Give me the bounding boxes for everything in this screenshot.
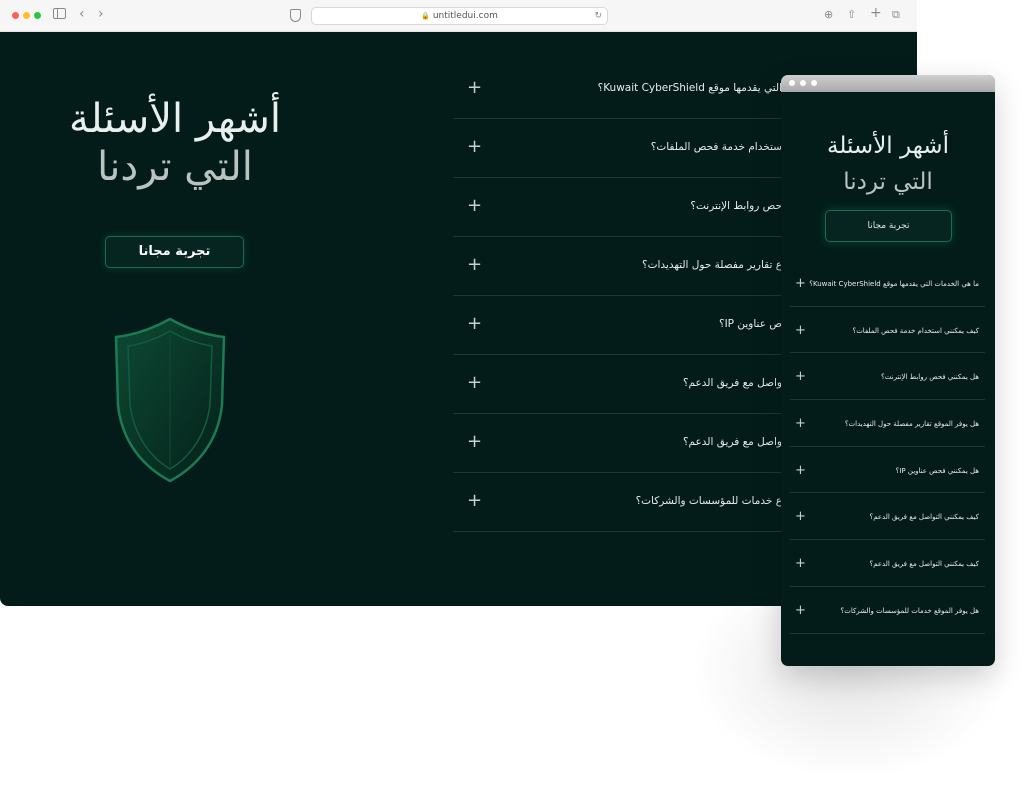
back-arrow-icon[interactable]: ‹ — [79, 7, 85, 21]
expand-plus-icon[interactable]: + — [795, 417, 806, 430]
faq-question: هل يمكنني فحص روابط الإنترنت؟ — [881, 373, 979, 382]
faq-question: واصل مع فريق الدعم؟ — [682, 377, 782, 389]
hero-title-line-1: أشهر الأسئلة — [68, 96, 282, 142]
desktop-browser-window: ‹ › 🔒 untitledui.com ↻ ⊕ ⇧ + ⧉ أشهر الأسئ… — [0, 0, 917, 606]
faq-question: هل يمكنني فحص عناوين IP؟ — [895, 466, 979, 475]
sidebar-toggle-icon[interactable] — [53, 8, 66, 19]
mobile-faq-item[interactable]: + هل يوفر الموقع خدمات للمؤسسات والشركات؟ — [790, 587, 985, 634]
faq-question: ع خدمات للمؤسسات والشركات؟ — [635, 495, 782, 507]
browser-toolbar: ‹ › 🔒 untitledui.com ↻ ⊕ ⇧ + ⧉ — [0, 0, 917, 32]
url-text: untitledui.com — [432, 11, 498, 21]
expand-plus-icon[interactable]: + — [795, 464, 806, 477]
expand-plus-icon[interactable]: + — [467, 138, 482, 156]
expand-plus-icon[interactable]: + — [467, 433, 482, 451]
mobile-title-line-2: التي تردنا — [843, 169, 933, 195]
mobile-window-dot — [800, 80, 806, 86]
expand-plus-icon[interactable]: + — [795, 324, 806, 337]
faq-question: ما هي الخدمات التي يقدمها موقع Kuwait Cy… — [809, 280, 979, 288]
mobile-window-dot — [811, 80, 817, 86]
expand-plus-icon[interactable]: + — [467, 79, 482, 97]
expand-plus-icon[interactable]: + — [467, 492, 482, 510]
shield-icon — [110, 315, 230, 489]
mobile-faq-item[interactable]: + كيف يمكنني التواصل مع فريق الدعم؟ — [790, 540, 985, 587]
expand-plus-icon[interactable]: + — [467, 374, 482, 392]
mobile-hero-title: أشهر الأسئلة التي تردنا — [781, 128, 995, 200]
tabs-overview-icon[interactable]: ⧉ — [892, 8, 900, 22]
faq-question: ستخدام خدمة فحص الملفات؟ — [650, 141, 782, 153]
minimize-window-button[interactable] — [23, 12, 30, 19]
expand-plus-icon[interactable]: + — [795, 370, 806, 383]
mobile-free-trial-button[interactable]: تجربة مجانا — [825, 210, 952, 242]
expand-plus-icon[interactable]: + — [795, 277, 806, 290]
download-icon[interactable]: ⊕ — [824, 8, 833, 22]
mobile-window-dot — [789, 80, 795, 86]
faq-question: حص روابط الإنترنت؟ — [690, 200, 782, 212]
expand-plus-icon[interactable]: + — [467, 197, 482, 215]
mobile-window: أشهر الأسئلة التي تردنا تجربة مجانا + ما … — [781, 75, 995, 666]
mobile-faq-item[interactable]: + كيف يمكنني استخدام خدمة فحص الملفات؟ — [790, 307, 985, 354]
share-icon[interactable]: ⇧ — [847, 8, 856, 22]
mobile-faq-item[interactable]: + هل يمكنني فحص عناوين IP؟ — [790, 447, 985, 494]
forward-arrow-icon[interactable]: › — [98, 7, 104, 21]
faq-question: هل يوفر الموقع تقارير مفصلة حول التهديدا… — [844, 420, 979, 429]
expand-plus-icon[interactable]: + — [795, 510, 806, 523]
mobile-title-line-1: أشهر الأسئلة — [827, 133, 949, 159]
mobile-faq-item[interactable]: + كيف يمكنني التواصل مع فريق الدعم؟ — [790, 493, 985, 541]
expand-plus-icon[interactable]: + — [467, 256, 482, 274]
mobile-faq-list: + ما هي الخدمات التي يقدمها موقع Kuwait C… — [790, 260, 985, 634]
faq-question: التي يقدمها موقع Kuwait CyberShield؟ — [597, 82, 782, 94]
faq-question: كيف يمكنني استخدام خدمة فحص الملفات؟ — [852, 326, 980, 335]
faq-question: واصل مع فريق الدعم؟ — [682, 436, 782, 448]
faq-question: ع تقارير مفصلة حول التهديدات؟ — [642, 259, 782, 271]
reload-icon[interactable]: ↻ — [594, 9, 602, 23]
expand-plus-icon[interactable]: + — [795, 604, 806, 617]
close-window-button[interactable] — [12, 12, 19, 19]
mobile-window-toolbar — [781, 75, 995, 92]
maximize-window-button[interactable] — [34, 12, 41, 19]
privacy-shield-icon[interactable] — [290, 9, 301, 22]
mobile-faq-item[interactable]: + هل يوفر الموقع تقارير مفصلة حول التهديد… — [790, 400, 985, 447]
free-trial-button[interactable]: تجربة مجانا — [105, 236, 244, 268]
lock-icon: 🔒 — [421, 12, 430, 20]
address-bar[interactable]: 🔒 untitledui.com ↻ — [311, 7, 608, 25]
faq-question: هل يوفر الموقع خدمات للمؤسسات والشركات؟ — [840, 606, 979, 615]
hero-title: أشهر الأسئلة التي تردنا — [40, 95, 310, 191]
mobile-faq-item[interactable]: + ما هي الخدمات التي يقدمها موقع Kuwait C… — [790, 260, 985, 307]
mobile-faq-item[interactable]: + هل يمكنني فحص روابط الإنترنت؟ — [790, 353, 985, 401]
new-tab-icon[interactable]: + — [870, 6, 882, 20]
faq-question: كيف يمكنني التواصل مع فريق الدعم؟ — [869, 513, 979, 522]
expand-plus-icon[interactable]: + — [467, 315, 482, 333]
expand-plus-icon[interactable]: + — [795, 557, 806, 570]
hero-title-line-2: التي تردنا — [97, 144, 253, 190]
faq-question: ص عناوين IP؟ — [718, 318, 782, 330]
faq-question: كيف يمكنني التواصل مع فريق الدعم؟ — [869, 560, 979, 569]
